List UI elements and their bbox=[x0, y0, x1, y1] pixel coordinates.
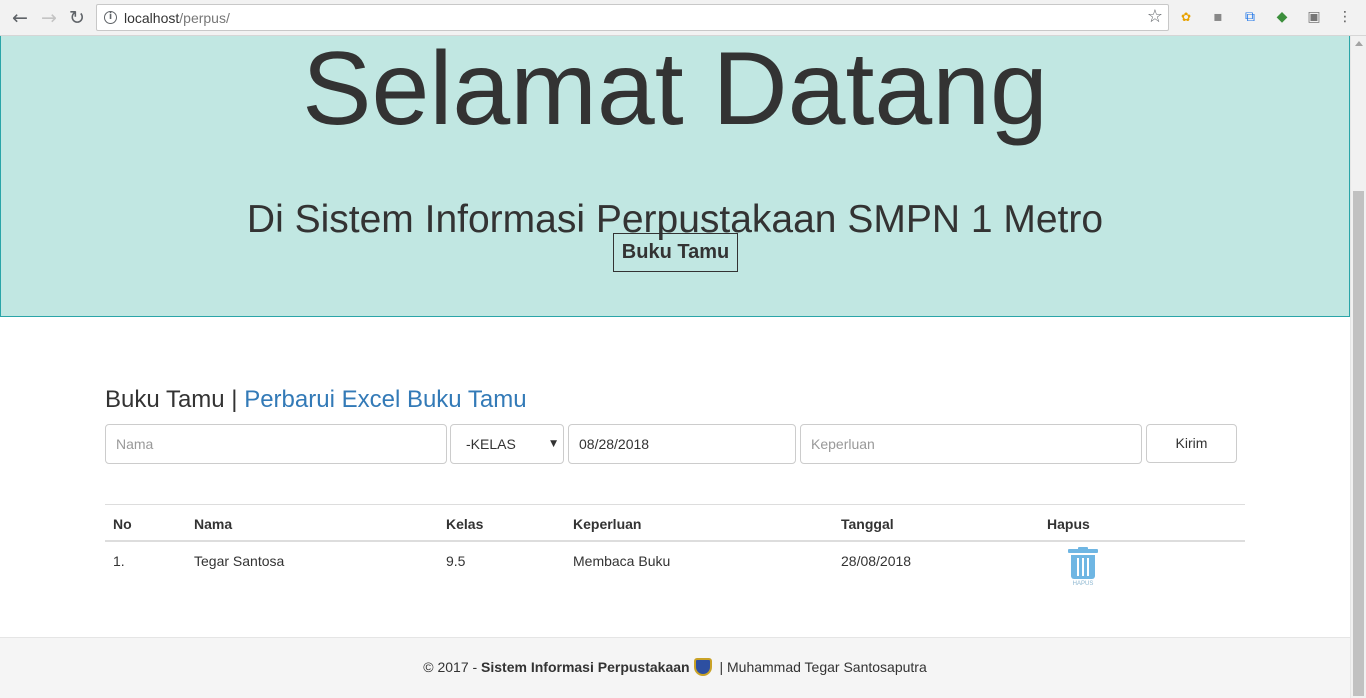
guestbook-table: No Nama Kelas Keperluan Tanggal Hapus 1.… bbox=[105, 504, 1245, 602]
school-badge-icon bbox=[693, 658, 712, 676]
section-separator: | bbox=[224, 386, 245, 413]
extension-icon[interactable]: ◆ bbox=[1273, 8, 1291, 26]
jumbotron: Selamat Datang Di Sistem Informasi Perpu… bbox=[0, 36, 1350, 317]
menu-kebab-icon[interactable]: ⋮ bbox=[1336, 8, 1354, 26]
footer: © 2017 - Sistem Informasi Perpustakaan |… bbox=[0, 637, 1350, 698]
table-header: No Nama Kelas Keperluan Tanggal Hapus bbox=[105, 505, 1245, 542]
info-icon[interactable]: i bbox=[104, 11, 117, 24]
reload-icon[interactable]: ↻ bbox=[65, 6, 89, 30]
cell-no: 1. bbox=[113, 553, 125, 569]
column-header-tanggal: Tanggal bbox=[841, 516, 894, 532]
update-excel-link[interactable]: Perbarui Excel Buku Tamu bbox=[244, 386, 526, 413]
scroll-up-arrow-icon[interactable] bbox=[1355, 41, 1363, 46]
camera-icon[interactable]: ▣ bbox=[1305, 8, 1323, 26]
dropdown-arrow-icon: ▼ bbox=[550, 439, 557, 449]
column-header-hapus: Hapus bbox=[1047, 516, 1090, 532]
section-heading: Buku Tamu | Perbarui Excel Buku Tamu bbox=[105, 385, 527, 415]
tanggal-input[interactable]: 08/28/2018 bbox=[568, 424, 796, 464]
scroll-thumb[interactable] bbox=[1353, 191, 1364, 696]
delete-label: HAPUS bbox=[1072, 581, 1094, 587]
page-viewport: Selamat Datang Di Sistem Informasi Perpu… bbox=[0, 36, 1350, 698]
trash-icon[interactable]: HAPUS bbox=[1068, 547, 1098, 589]
bookmark-star-icon[interactable]: ☆ bbox=[1147, 6, 1163, 27]
column-header-kelas: Kelas bbox=[446, 516, 484, 532]
page-scrollbar[interactable] bbox=[1350, 36, 1366, 698]
column-header-nama: Nama bbox=[194, 516, 233, 532]
forward-arrow-icon[interactable]: → bbox=[37, 6, 61, 30]
extension-icon[interactable]: ✿ bbox=[1177, 8, 1195, 26]
column-header-no: No bbox=[113, 516, 132, 532]
address-bar[interactable]: i localhost/perpus/ ☆ bbox=[96, 4, 1169, 31]
kirim-button[interactable]: Kirim bbox=[1146, 424, 1237, 463]
footer-app-name: Sistem Informasi Perpustakaan bbox=[481, 659, 690, 675]
extension-icon[interactable]: ⧉ bbox=[1241, 8, 1259, 26]
keperluan-input[interactable]: Keperluan bbox=[800, 424, 1142, 464]
browser-toolbar: ← → ↻ i localhost/perpus/ ☆ ✿ ▪ ⧉ ◆ ▣ ⋮ bbox=[0, 0, 1366, 36]
table-row: 1. Tegar Santosa 9.5 Membaca Buku 28/08/… bbox=[105, 542, 1245, 602]
column-header-keperluan: Keperluan bbox=[573, 516, 642, 532]
kelas-select[interactable]: -KELAS ▼ bbox=[450, 424, 564, 464]
url-text: localhost/perpus/ bbox=[124, 10, 230, 26]
footer-author: | Muhammad Tegar Santosaputra bbox=[715, 659, 927, 675]
section-title: Buku Tamu bbox=[105, 386, 225, 413]
cell-tanggal: 28/08/2018 bbox=[841, 553, 912, 569]
extension-icon[interactable]: ▪ bbox=[1209, 8, 1227, 26]
cell-nama: Tegar Santosa bbox=[194, 553, 285, 569]
back-arrow-icon[interactable]: ← bbox=[8, 6, 32, 30]
hero-title: Selamat Datang bbox=[302, 36, 1048, 147]
guestbook-button[interactable]: Buku Tamu bbox=[613, 233, 738, 272]
nama-input[interactable]: Nama bbox=[105, 424, 447, 464]
cell-keperluan: Membaca Buku bbox=[573, 553, 671, 569]
footer-copyright: © 2017 - bbox=[423, 659, 482, 675]
cell-kelas: 9.5 bbox=[446, 553, 466, 569]
